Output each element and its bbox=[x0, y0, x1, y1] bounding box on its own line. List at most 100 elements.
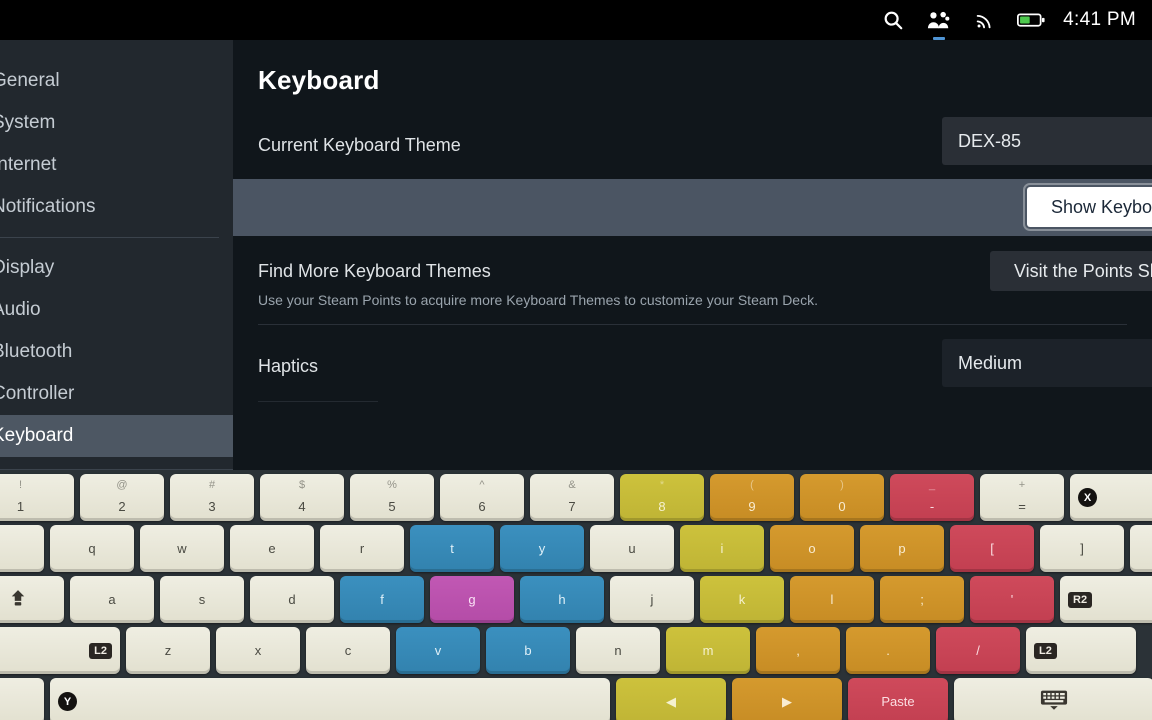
sidebar-item-label: General bbox=[0, 70, 60, 91]
key-label: 2 bbox=[118, 499, 126, 514]
settings-content: Keyboard Current Keyboard Theme DEX-85 S… bbox=[233, 40, 1152, 470]
key-8[interactable]: * 8 bbox=[620, 474, 704, 521]
key-blank[interactable] bbox=[1130, 525, 1152, 572]
key-badge: L2 bbox=[89, 642, 112, 659]
key-label: / bbox=[976, 643, 980, 658]
key-shift-label: % bbox=[387, 479, 397, 491]
visit-points-shop-button[interactable]: Visit the Points Shop bbox=[990, 251, 1152, 291]
search-icon[interactable] bbox=[879, 6, 907, 34]
key-f[interactable]: f bbox=[340, 576, 424, 623]
key-k[interactable]: k bbox=[700, 576, 784, 623]
key-label: r bbox=[359, 541, 365, 556]
key-b[interactable]: b bbox=[486, 627, 570, 674]
key-t[interactable]: t bbox=[410, 525, 494, 572]
key-g[interactable]: g bbox=[430, 576, 514, 623]
key-7[interactable]: & 7 bbox=[530, 474, 614, 521]
key-z[interactable]: z bbox=[126, 627, 210, 674]
key-,[interactable]: , bbox=[756, 627, 840, 674]
key-=[interactable]: + = bbox=[980, 474, 1064, 521]
key-label: y bbox=[538, 541, 546, 556]
key-p[interactable]: p bbox=[860, 525, 944, 572]
key-label: e bbox=[268, 541, 276, 556]
friends-icon[interactable] bbox=[925, 6, 953, 40]
key-1[interactable]: ! 1 bbox=[0, 474, 74, 521]
key-i[interactable]: i bbox=[680, 525, 764, 572]
space-key[interactable]: Y bbox=[50, 678, 610, 720]
key-][interactable]: ] bbox=[1040, 525, 1124, 572]
key-v[interactable]: v bbox=[396, 627, 480, 674]
sidebar-item-bluetooth[interactable]: Bluetooth bbox=[0, 331, 233, 373]
key-d[interactable]: d bbox=[250, 576, 334, 623]
key-label: [ bbox=[990, 541, 994, 556]
sidebar-item-system[interactable]: System bbox=[0, 102, 233, 144]
key-r[interactable]: r bbox=[320, 525, 404, 572]
sidebar-item-controller[interactable]: Controller bbox=[0, 373, 233, 415]
arrow-right-key[interactable]: ▶ bbox=[732, 678, 842, 720]
hide-keyboard-key[interactable] bbox=[954, 678, 1152, 720]
show-keyboard-row: Show Keyboard bbox=[233, 179, 1152, 236]
key--[interactable]: _ - bbox=[890, 474, 974, 521]
key-q[interactable]: q bbox=[50, 525, 134, 572]
key-label: i bbox=[720, 541, 724, 556]
key-s[interactable]: s bbox=[160, 576, 244, 623]
key-c[interactable]: c bbox=[306, 627, 390, 674]
key-o[interactable]: o bbox=[770, 525, 854, 572]
wifi-icon[interactable] bbox=[971, 6, 999, 34]
key-m[interactable]: m bbox=[666, 627, 750, 674]
sidebar-item-notifications[interactable]: Notifications bbox=[0, 186, 233, 228]
key-label: q bbox=[88, 541, 96, 556]
key-x[interactable]: x bbox=[216, 627, 300, 674]
key-badge: L2 bbox=[1034, 642, 1057, 659]
key-9[interactable]: (9 bbox=[710, 474, 794, 521]
key-3[interactable]: #3 bbox=[170, 474, 254, 521]
key-.[interactable]: . bbox=[846, 627, 930, 674]
left-shift-key[interactable]: L2 bbox=[0, 627, 120, 674]
key-5[interactable]: % 5 bbox=[350, 474, 434, 521]
key-label: ; bbox=[920, 592, 924, 607]
sidebar-item-keyboard[interactable]: Keyboard bbox=[0, 415, 233, 457]
key-;[interactable]: ; bbox=[880, 576, 964, 623]
key-a[interactable]: a bbox=[70, 576, 154, 623]
keyboard-theme-dropdown[interactable]: DEX-85 bbox=[942, 117, 1152, 165]
backspace-key[interactable]: X bbox=[1070, 474, 1152, 521]
key-j[interactable]: j bbox=[610, 576, 694, 623]
key-0[interactable]: ) 0 bbox=[800, 474, 884, 521]
key-[[interactable]: [ bbox=[950, 525, 1034, 572]
key-label: b bbox=[524, 643, 532, 658]
key-y[interactable]: y bbox=[500, 525, 584, 572]
arrow-left-key[interactable]: ◀ bbox=[616, 678, 726, 720]
key-shift-label: ^ bbox=[479, 479, 485, 491]
key-/[interactable]: / bbox=[936, 627, 1020, 674]
key-e[interactable]: e bbox=[230, 525, 314, 572]
key-w[interactable]: w bbox=[140, 525, 224, 572]
enter-key[interactable]: R2 bbox=[1060, 576, 1152, 623]
sidebar-item-display[interactable]: Display bbox=[0, 247, 233, 289]
key-n[interactable]: n bbox=[576, 627, 660, 674]
haptics-underline bbox=[258, 401, 378, 402]
key-label: 0 bbox=[838, 499, 846, 514]
sidebar-item-general[interactable]: General bbox=[0, 60, 233, 102]
find-more-themes-label: Find More Keyboard Themes bbox=[258, 260, 491, 281]
key-'[interactable]: ' bbox=[970, 576, 1054, 623]
screen: 4:41 PM General System Internet Notifica… bbox=[0, 0, 1152, 720]
modifier-key[interactable] bbox=[0, 678, 44, 720]
capslock-icon bbox=[8, 588, 28, 611]
key-label: Paste bbox=[881, 694, 915, 709]
caps-lock-key[interactable] bbox=[0, 576, 64, 623]
right-shift-key[interactable]: L2 bbox=[1026, 627, 1136, 674]
tab-key[interactable] bbox=[0, 525, 44, 572]
key-h[interactable]: h bbox=[520, 576, 604, 623]
key-u[interactable]: u bbox=[590, 525, 674, 572]
virtual-keyboard[interactable]: ! 1 @2 #3 $4% 5 ^ 6 & 7 * 8(9) 0 _ - + = Xq w e r t y u i o p[] a s d… bbox=[0, 470, 1152, 720]
key-2[interactable]: @2 bbox=[80, 474, 164, 521]
battery-icon[interactable] bbox=[1017, 6, 1045, 34]
key-4[interactable]: $4 bbox=[260, 474, 344, 521]
haptics-dropdown[interactable]: Medium bbox=[942, 339, 1152, 387]
show-keyboard-button[interactable]: Show Keyboard bbox=[1023, 183, 1152, 231]
key-l[interactable]: l bbox=[790, 576, 874, 623]
sidebar-item-internet[interactable]: Internet bbox=[0, 144, 233, 186]
sidebar-item-audio[interactable]: Audio bbox=[0, 289, 233, 331]
key-6[interactable]: ^ 6 bbox=[440, 474, 524, 521]
key-shift-label: @ bbox=[116, 479, 128, 491]
paste-key[interactable]: Paste bbox=[848, 678, 948, 720]
